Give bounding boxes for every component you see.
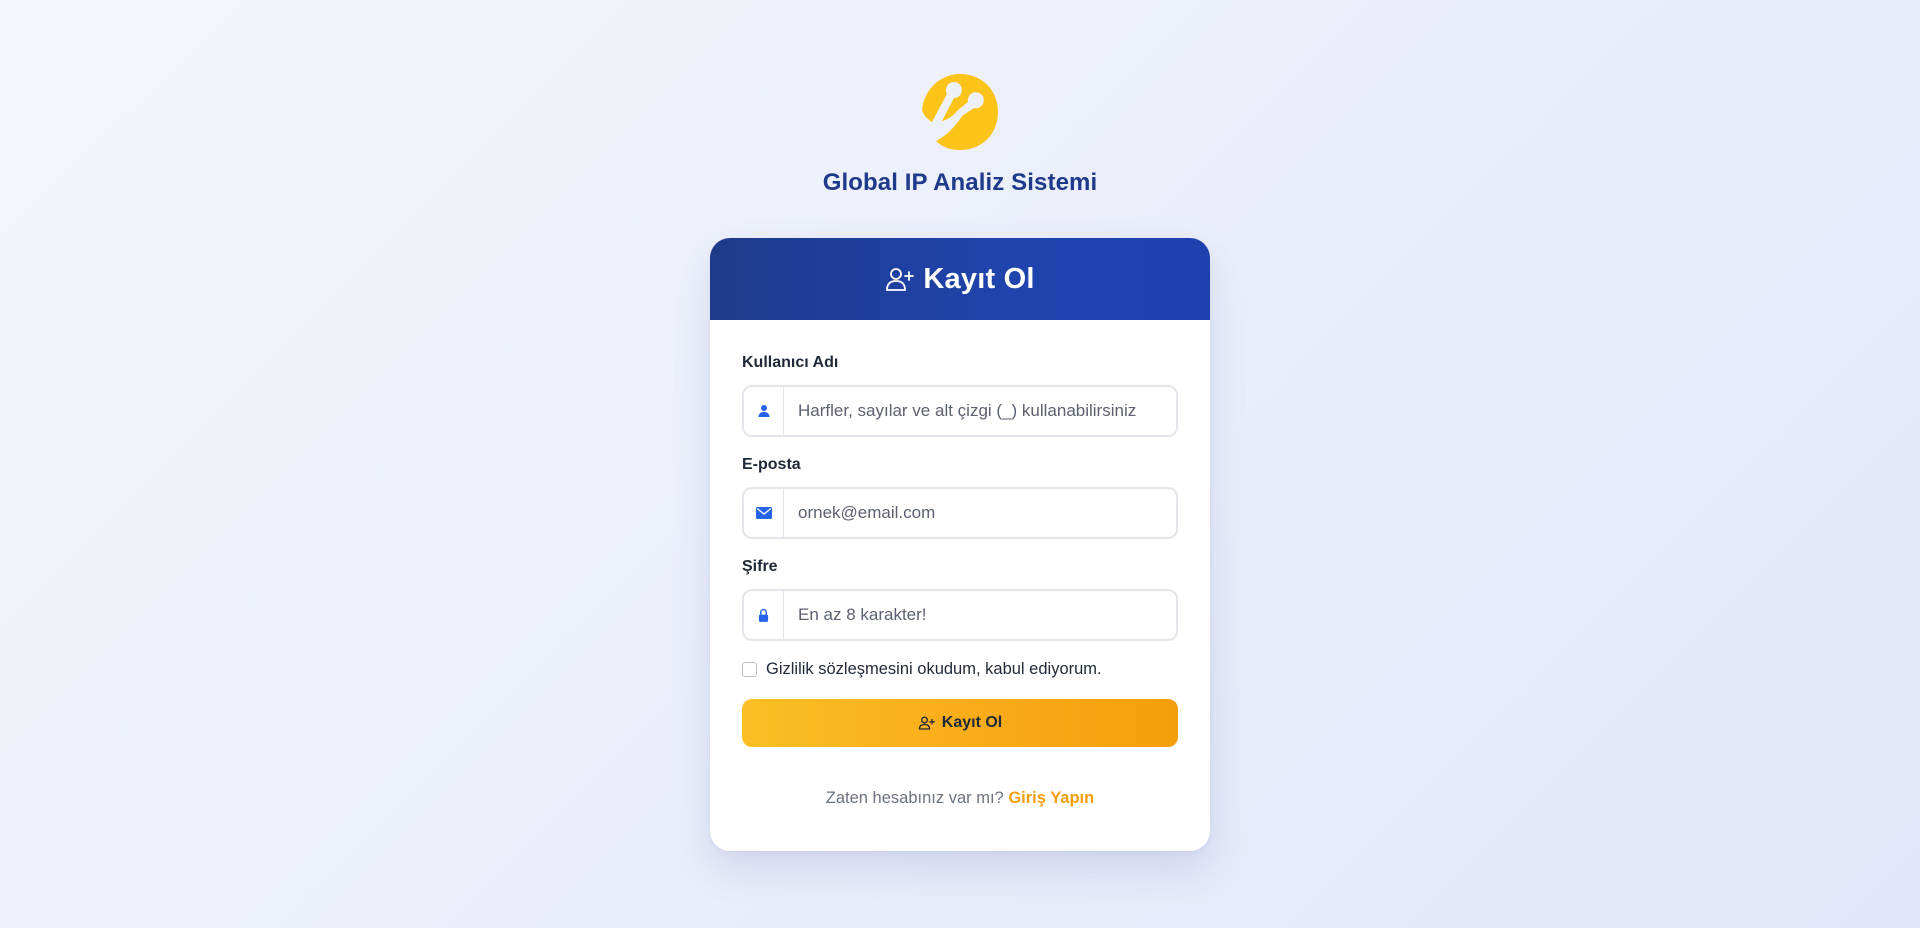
username-label: Kullanıcı Adı <box>742 354 839 371</box>
password-field-group: Şifre <box>742 558 1178 641</box>
brand-block: Global IP Analiz Sistemi <box>0 72 1920 197</box>
app-title: Global IP Analiz Sistemi <box>822 169 1098 196</box>
password-label: Şifre <box>742 558 778 575</box>
email-input-group <box>742 487 1178 539</box>
password-input[interactable] <box>784 591 1176 639</box>
login-link[interactable]: Giriş Yapın <box>1008 789 1094 807</box>
login-prompt-text: Zaten hesabınız var mı? <box>825 789 1004 807</box>
password-input-group <box>742 589 1178 641</box>
email-field-group: E-posta <box>742 456 1178 539</box>
register-card: Kayıt Ol Kullanıcı Adı E-posta Şifre <box>710 238 1210 851</box>
register-button-label: Kayıt Ol <box>941 714 1003 731</box>
register-form: Kullanıcı Adı E-posta Şifre <box>710 320 1210 808</box>
brand-logo-icon <box>922 74 998 150</box>
user-plus-icon <box>886 268 915 291</box>
email-label: E-posta <box>742 456 801 473</box>
username-input[interactable] <box>784 387 1176 435</box>
privacy-label[interactable]: Gizlilik sözleşmesini okudum, kabul ediy… <box>766 660 1102 679</box>
login-prompt-row: Zaten hesabınız var mı? Giriş Yapın <box>742 789 1178 808</box>
username-field-group: Kullanıcı Adı <box>742 354 1178 437</box>
user-plus-icon <box>918 716 935 730</box>
lock-icon <box>744 591 784 639</box>
privacy-consent-row: Gizlilik sözleşmesini okudum, kabul ediy… <box>742 660 1178 679</box>
privacy-checkbox[interactable] <box>742 662 757 677</box>
envelope-icon <box>744 489 784 537</box>
username-input-group <box>742 385 1178 437</box>
user-icon <box>744 387 784 435</box>
card-title: Kayıt Ol <box>923 262 1035 295</box>
card-header: Kayıt Ol <box>710 238 1210 320</box>
email-input[interactable] <box>784 489 1176 537</box>
register-button[interactable]: Kayıt Ol <box>742 699 1178 747</box>
